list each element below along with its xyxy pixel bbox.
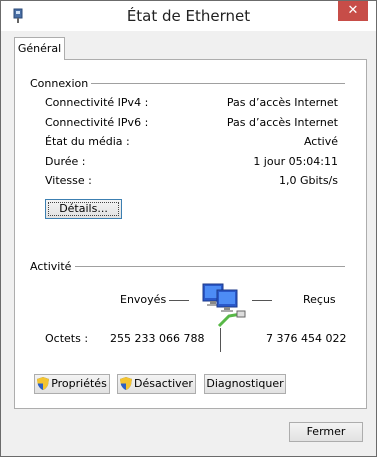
media-state-label: État du média : [45,135,130,148]
close-window-button[interactable]: ✕ [338,1,368,21]
details-button[interactable]: Détails... [45,199,122,219]
activity-divider [75,266,345,267]
window-title: État de Ethernet [126,7,251,25]
bytes-sent-value: 255 233 066 788 [110,332,205,345]
connection-divider [91,83,345,84]
received-dash [252,300,272,301]
uac-shield-icon [120,377,133,390]
tab-general[interactable]: Général [14,37,65,60]
connection-heading: Connexion [30,77,89,90]
disable-label: Désactiver [134,377,193,390]
activity-heading: Activité [30,260,72,273]
general-panel: Connexion Connectivité IPv4 : Pas d’accè… [14,59,367,409]
activity-separator [220,328,221,352]
ipv4-label: Connectivité IPv4 : [45,96,149,109]
network-computers-icon [202,283,246,328]
close-button[interactable]: Fermer [289,422,363,442]
uac-shield-icon [37,377,50,390]
bytes-label: Octets : [45,332,89,345]
properties-button[interactable]: Propriétés [34,374,110,394]
speed-value: 1,0 Gbits/s [278,174,338,187]
title-bar[interactable]: État de Ethernet ✕ [1,1,376,31]
media-state-value: Activé [303,135,338,148]
ethernet-status-window: État de Ethernet ✕ Général Connexion Con… [0,0,377,457]
sent-label: Envoyés [120,293,167,306]
properties-label: Propriétés [51,377,107,390]
diagnose-button[interactable]: Diagnostiquer [204,374,286,394]
received-label: Reçus [303,293,336,306]
speed-label: Vitesse : [45,174,92,187]
disable-button[interactable]: Désactiver [117,374,196,394]
ipv4-value: Pas d’accès Internet [226,96,338,109]
bytes-received-value: 7 376 454 022 [266,332,347,345]
ipv6-value: Pas d’accès Internet [226,116,338,129]
ipv6-label: Connectivité IPv6 : [45,116,149,129]
sent-dash [169,300,189,301]
close-icon: ✕ [347,3,359,18]
duration-value: 1 jour 05:04:11 [253,155,338,168]
duration-label: Durée : [45,155,86,168]
